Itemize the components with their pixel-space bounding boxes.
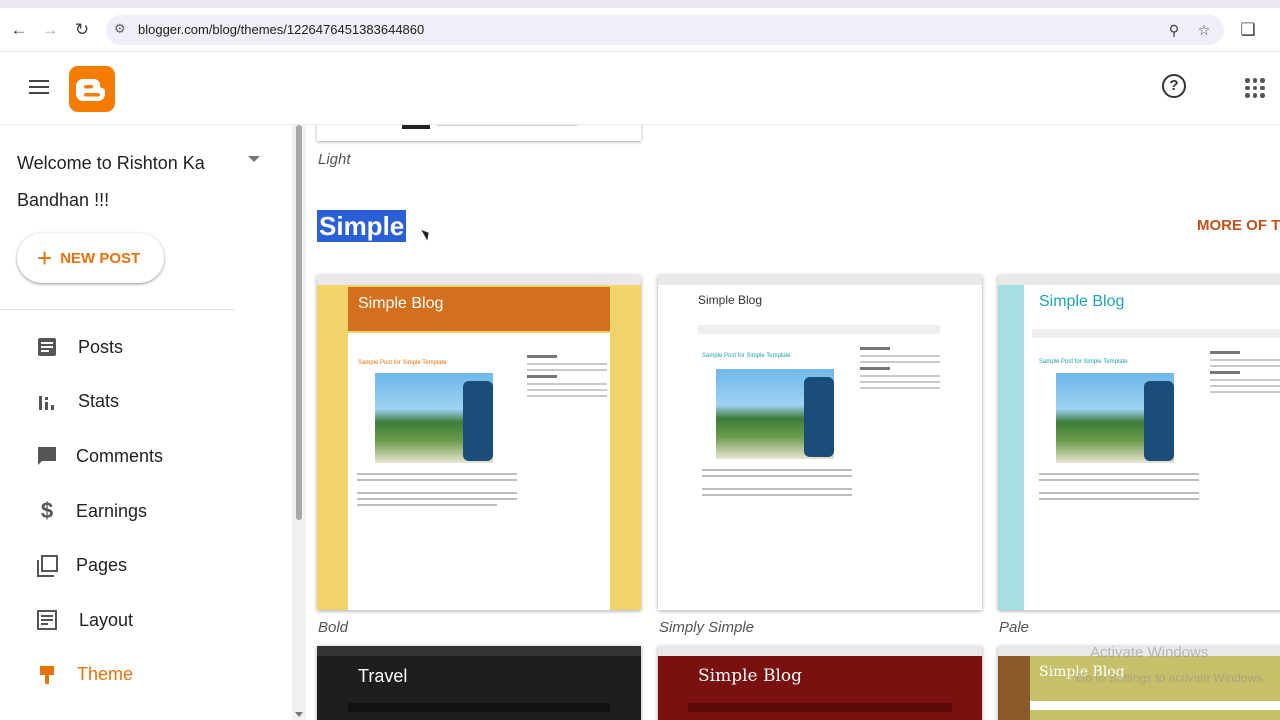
back-icon[interactable]: ← — [5, 16, 33, 44]
layout-icon — [36, 609, 58, 631]
pages-icon — [36, 554, 58, 577]
theme-thumbnail-travel[interactable]: Travel — [317, 646, 641, 720]
activate-windows-watermark: Activate Windows — [1090, 644, 1209, 661]
sidebar-item-label: Theme — [77, 664, 134, 685]
address-bar[interactable]: ⚙ blogger.com/blog/themes/12264764513836… — [106, 15, 1224, 45]
thumbnail-blog-title: Simple Blog — [698, 666, 803, 686]
theme-name-simply-simple: Simply Simple — [659, 619, 755, 636]
thumbnail-post-title: Sample Post for Simple Template — [702, 353, 791, 359]
posts-icon — [36, 336, 58, 358]
site-info-icon[interactable]: ⚙ — [114, 21, 130, 37]
blogger-logo[interactable] — [69, 66, 115, 112]
new-post-button[interactable]: + NEW POST — [17, 233, 164, 283]
caret-down-icon[interactable] — [248, 156, 260, 162]
sidebar-item-stats[interactable]: Stats — [0, 375, 290, 430]
sidebar-scrollbar[interactable] — [292, 125, 306, 720]
divider — [0, 309, 234, 310]
sidebar-item-posts[interactable]: Posts — [0, 320, 290, 375]
blog-selector[interactable]: Welcome to Rishton Ka Bandhan !!! — [17, 145, 227, 219]
sidebar-item-label: Pages — [76, 555, 128, 576]
sidebar-item-label: Stats — [78, 391, 120, 412]
mouse-cursor — [421, 227, 432, 241]
forward-icon[interactable]: → — [36, 16, 64, 44]
theme-thumbnail-light[interactable] — [317, 125, 641, 141]
scrollbar-thumb[interactable] — [296, 125, 302, 520]
theme-icon — [36, 664, 58, 686]
stats-icon — [36, 391, 58, 413]
new-post-label: NEW POST — [60, 249, 141, 267]
sidebar-item-theme[interactable]: Theme — [0, 648, 290, 703]
theme-gallery: Light Simple MORE OF TH Simple Blog Samp… — [306, 125, 1280, 720]
thumbnail-blog-title: Simple Blog — [698, 293, 763, 307]
more-themes-link[interactable]: MORE OF TH — [1197, 217, 1280, 234]
sidebar-item-layout[interactable]: Layout — [0, 593, 290, 648]
thumbnail-post-title: Sample Post for Simple Template — [358, 360, 447, 366]
theme-thumbnail-bold[interactable]: Simple Blog Sample Post for Simple Templ… — [317, 275, 641, 610]
sidebar-item-earnings[interactable]: $ Earnings — [0, 484, 290, 539]
menu-icon[interactable] — [29, 78, 51, 96]
theme-name-light: Light — [318, 151, 351, 168]
theme-thumbnail-red[interactable]: Simple Blog — [658, 646, 982, 720]
thumbnail-blog-title: Simple Blog — [358, 295, 444, 312]
sidebar-item-label: Comments — [76, 445, 164, 466]
bookmark-star-icon[interactable]: ☆ — [1194, 20, 1214, 40]
thumbnail-blog-title: Travel — [358, 666, 408, 686]
sidebar-item-label: Earnings — [76, 500, 148, 521]
thumbnail-blog-title: Simple Blog — [1039, 293, 1125, 310]
scroll-down-icon[interactable] — [295, 712, 303, 717]
reload-icon[interactable]: ↻ — [68, 16, 96, 44]
theme-name-pale: Pale — [999, 619, 1030, 636]
activate-windows-subtext: Go to Settings to activate Windows. — [1076, 671, 1266, 685]
comments-icon — [36, 445, 58, 467]
browser-tabstrip — [0, 0, 1280, 8]
address-url: blogger.com/blog/themes/1226476451383644… — [138, 22, 425, 37]
sidebar-item-label: Posts — [78, 336, 124, 357]
sidebar-nav: Posts Stats Comments $ Earnings Pages La… — [0, 320, 290, 702]
sidebar: Welcome to Rishton Ka Bandhan !!! + NEW … — [0, 125, 306, 720]
help-icon[interactable]: ? — [1162, 74, 1186, 98]
zoom-icon[interactable]: ⚲ — [1164, 20, 1184, 40]
sidebar-item-label: Layout — [79, 609, 134, 630]
extensions-icon[interactable]: ❏ — [1234, 16, 1262, 44]
thumbnail-post-title: Sample Post for Simple Template — [1039, 359, 1128, 365]
sidebar-item-comments[interactable]: Comments — [0, 429, 290, 484]
sidebar-item-pages[interactable]: Pages — [0, 538, 290, 593]
apps-grid-icon[interactable] — [1245, 78, 1265, 98]
section-title: Simple — [317, 210, 407, 242]
theme-thumbnail-simply-simple[interactable]: Simple Blog Sample Post for Simple Templ… — [658, 275, 982, 610]
app-header: ? — [0, 52, 1280, 125]
theme-thumbnail-pale[interactable]: Simple Blog Sample Post for Simple Templ… — [998, 275, 1280, 610]
plus-icon: + — [37, 243, 53, 273]
browser-toolbar: ← → ↻ ⚙ blogger.com/blog/themes/12264764… — [0, 8, 1280, 52]
theme-name-bold: Bold — [318, 619, 349, 636]
earnings-icon: $ — [40, 498, 54, 524]
